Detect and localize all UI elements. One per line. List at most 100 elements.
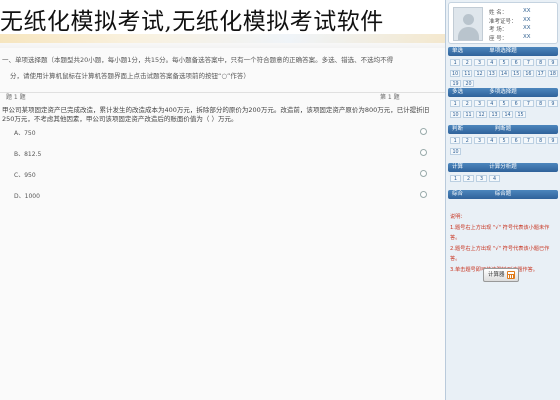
question-grid-row: 10 11 12 13 14 15: [450, 110, 558, 122]
section-header[interactable]: 判断 判断题: [448, 125, 558, 134]
section-header[interactable]: 多选 多项选择题: [448, 88, 558, 97]
section-short-label: 计算: [452, 164, 464, 170]
candidate-info-row: 考 场： XX: [489, 25, 531, 33]
sidebar: 姓 名： XX 准考证号： XX 考 场： XX 座 号： XX 单选 单项选择题 1 2 3 4 5 6 7…: [445, 0, 560, 400]
option-row[interactable]: D、1000: [0, 191, 440, 212]
info-value: XX: [523, 25, 531, 31]
avatar: [453, 7, 483, 41]
question-number-button[interactable]: 9: [547, 59, 558, 66]
option-row[interactable]: A、750: [0, 128, 440, 149]
question-number-button[interactable]: 15: [515, 110, 526, 118]
question-number-button[interactable]: 7: [523, 137, 534, 144]
option-radio[interactable]: [420, 149, 427, 156]
question-number-button[interactable]: 17: [535, 69, 546, 77]
question-number-button[interactable]: 10: [450, 69, 461, 77]
question-number-button[interactable]: 5: [498, 137, 510, 144]
question-number-button[interactable]: 12: [476, 110, 487, 118]
exam-panel: 一、单项选择题（本题型共20小题，每小题1分，共15分。每小题备选答案中，只有一…: [0, 48, 445, 400]
question-number-button[interactable]: 10: [450, 110, 461, 118]
question-number-button[interactable]: 6: [511, 137, 522, 144]
question-number-button[interactable]: 1: [450, 59, 461, 66]
question-number-button[interactable]: 11: [463, 110, 474, 118]
calculator-button[interactable]: 计算器: [483, 268, 519, 282]
question-grid-row: 123456789: [450, 59, 558, 70]
question-number-button[interactable]: 5: [498, 100, 510, 107]
question-number-button[interactable]: 4: [486, 137, 497, 144]
instructions-line-2: 分，请使用计算机鼠标在计算机答题界面上点击试题答案备选项前的按钮“○”作答）: [10, 72, 250, 80]
section-short-label: 综合: [452, 191, 464, 197]
candidate-info-row: 姓 名： XX: [489, 8, 531, 16]
option-radio[interactable]: [420, 170, 427, 177]
question-number-button[interactable]: 3: [474, 137, 485, 144]
question-header-label: 题 1 题: [6, 94, 26, 101]
question-grid: 1 2 3 4 5 6 7 8 9 10 11 12 13 14 15: [450, 100, 558, 121]
section-title: 计算分析题: [489, 164, 517, 170]
question-grid: 1 2 3 4 5 6 7 8 9 10 11 12 13 14 15 16 17 18 19 20: [450, 59, 558, 91]
question-number-button[interactable]: 13: [486, 69, 497, 77]
question-grid: 1234: [450, 175, 558, 186]
question-number-button[interactable]: 2: [463, 175, 474, 182]
candidate-info-card: 姓 名： XX 准考证号： XX 考 场： XX 座 号： XX: [448, 2, 558, 44]
question-number-button[interactable]: 15: [511, 69, 522, 77]
question-header: 题 1 题 第 1 题: [6, 92, 436, 104]
question-number-button[interactable]: 2: [462, 100, 473, 107]
option-radio[interactable]: [420, 128, 427, 135]
question-number-button[interactable]: 4: [486, 59, 497, 66]
section-header[interactable]: 综合 综合题: [448, 190, 558, 199]
section-title: 多项选择题: [489, 89, 517, 95]
question-number-button[interactable]: 11: [462, 69, 473, 77]
section-header[interactable]: 计算 计算分析题: [448, 163, 558, 172]
question-number-button[interactable]: 9: [547, 137, 558, 144]
question-number-button[interactable]: 5: [498, 59, 510, 66]
option-radio[interactable]: [420, 191, 427, 198]
question-number-button[interactable]: 19: [450, 80, 461, 87]
question-number-button[interactable]: 3: [474, 100, 485, 107]
question-number-button[interactable]: 14: [502, 110, 513, 118]
banner-title: 无纸化模拟考试,无纸化模拟考试软件: [0, 9, 384, 35]
help-line: 2.题号右上方出现 "√" 符号代表该小题已作答。: [450, 245, 550, 263]
question-number-button[interactable]: 8: [535, 59, 546, 66]
question-number-button[interactable]: 4: [486, 100, 497, 107]
question-number-button[interactable]: 2: [462, 137, 473, 144]
question-number: 第 1 题: [380, 94, 400, 101]
question-number-button[interactable]: 1: [450, 137, 461, 144]
question-grid: 1 2 3 4 5 6 7 8 9 10: [450, 137, 558, 158]
option-row[interactable]: B、812.5: [0, 149, 440, 170]
section-header[interactable]: 单选 单项选择题: [448, 47, 558, 56]
help-line: 1.题号右上方出现 "√" 符号代表该小题未作答。: [450, 224, 550, 242]
section-title: 单项选择题: [489, 48, 517, 54]
question-number-button[interactable]: 7: [523, 59, 534, 66]
question-number-button[interactable]: 8: [535, 100, 546, 107]
question-number-button[interactable]: 3: [476, 175, 487, 182]
info-value: XX: [523, 33, 531, 40]
question-text: 甲公司某项固定资产已完成改造，累计发生的改造成本为400万元，拆除部分的原价为2…: [2, 106, 430, 123]
section-short-label: 多选: [452, 89, 464, 95]
option-row[interactable]: C、950: [0, 170, 440, 191]
question-number-button[interactable]: 1: [450, 175, 461, 182]
question-number-button[interactable]: 3: [474, 59, 485, 66]
question-number-button[interactable]: 12: [474, 69, 485, 77]
question-number-button[interactable]: 1: [450, 100, 461, 107]
question-number-button[interactable]: 7: [523, 100, 534, 107]
info-key: 考 场：: [489, 27, 508, 33]
instructions-line-1: 一、单项选择题（本题型共20小题，每小题1分，共15分。每小题备选答案中，只有一…: [2, 56, 394, 64]
question-number-button[interactable]: 2: [462, 59, 473, 66]
question-number-button[interactable]: 4: [489, 175, 500, 182]
question-grid-row: 123456789: [450, 137, 558, 148]
question-number-button[interactable]: 9: [547, 100, 558, 107]
question-grid-row: 1234: [450, 175, 558, 186]
instructions: 一、单项选择题（本题型共20小题，每小题1分，共15分。每小题备选答案中，只有一…: [2, 52, 442, 84]
info-key: 座 号：: [489, 35, 508, 42]
question-number-button[interactable]: 6: [511, 100, 522, 107]
question-number-button[interactable]: 20: [463, 80, 474, 87]
question-number-button[interactable]: 14: [498, 69, 510, 77]
question-number-button[interactable]: 6: [511, 59, 522, 66]
question-number-button[interactable]: 10: [450, 147, 461, 155]
question-number-button[interactable]: 16: [523, 69, 534, 77]
question-number-button[interactable]: 13: [489, 110, 500, 118]
section-title: 判断题: [494, 126, 512, 132]
question-number-button[interactable]: 8: [535, 137, 546, 144]
calculator-icon: [507, 271, 515, 279]
option-label: D、1000: [14, 193, 40, 200]
question-number-button[interactable]: 18: [547, 69, 558, 77]
